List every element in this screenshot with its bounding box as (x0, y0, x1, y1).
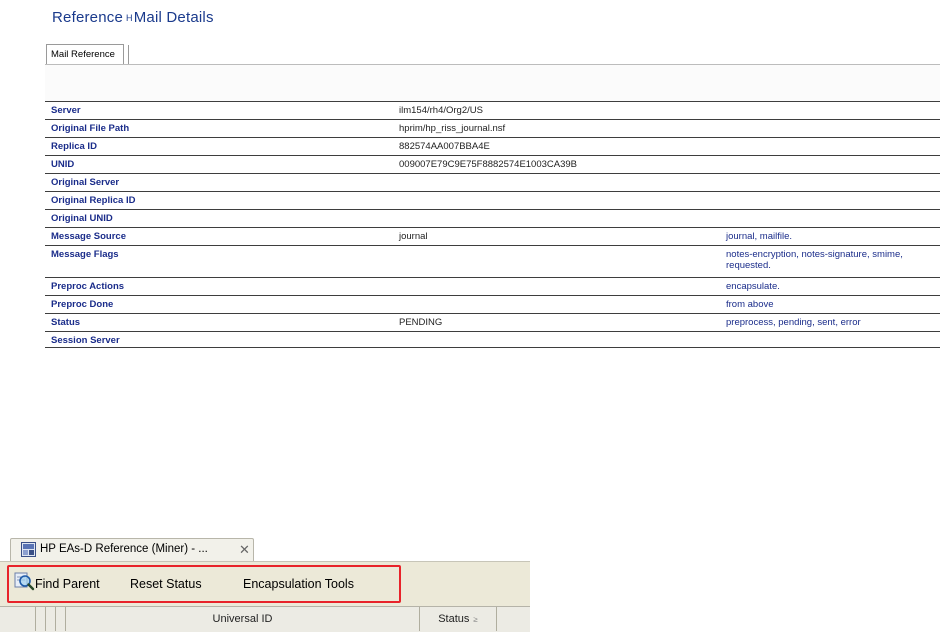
title-reference: Reference (52, 9, 124, 26)
field-row-server: Server ilm154/rh4/Org2/US (45, 101, 940, 119)
app-window-icon (21, 542, 36, 557)
field-label: Original UNID (51, 213, 113, 224)
field-row-message-flags: Message Flags notes-encryption, notes-si… (45, 245, 940, 277)
field-label: Message Source (51, 231, 126, 242)
highlight-box (7, 565, 401, 603)
field-row-preproc-actions: Preproc Actions encapsulate. (45, 277, 940, 295)
field-options: from above (726, 299, 774, 310)
title-separator: H (126, 13, 133, 23)
view-column-header: Universal ID Status ≥ (0, 606, 530, 632)
field-value: ilm154/rh4/Org2/US (399, 105, 483, 116)
page-title: Reference HMail Details (52, 9, 214, 26)
field-label: Original Replica ID (51, 195, 136, 206)
field-row-session-server: Session Server (45, 331, 940, 348)
field-row-preproc-done: Preproc Done from above (45, 295, 940, 313)
field-label: Server (51, 105, 81, 116)
field-row-unid: UNID 009007E79C9E75F8882574E1003CA39B (45, 155, 940, 173)
field-label: UNID (51, 159, 75, 170)
field-value: hprim/hp_riss_journal.nsf (399, 123, 506, 134)
field-label: Message Flags (51, 249, 119, 260)
window-tab[interactable]: HP EAs-D Reference (Miner) - ... ✕ (10, 538, 254, 561)
field-row-original-file-path: Original File Path hprim/hp_riss_journal… (45, 119, 940, 137)
field-label: Status (51, 317, 81, 328)
field-options: preprocess, pending, sent, error (726, 317, 861, 328)
tab-panel-header (45, 64, 940, 101)
field-row-original-server: Original Server (45, 173, 940, 191)
title-mail-details: Mail Details (133, 9, 214, 26)
field-label: Replica ID (51, 141, 97, 152)
close-icon[interactable]: ✕ (239, 542, 250, 558)
field-label: Original Server (51, 177, 120, 188)
field-value: journal (399, 231, 428, 242)
mail-details-table: Server ilm154/rh4/Org2/US Original File … (45, 101, 940, 348)
field-value: 882574AA007BBA4E (399, 141, 490, 152)
field-options: encapsulate. (726, 281, 780, 292)
field-options: journal, mailfile. (726, 231, 792, 242)
field-row-status: Status PENDING preprocess, pending, sent… (45, 313, 940, 331)
column-header-narrow-1[interactable] (36, 607, 46, 631)
window-tab-title: HP EAs-D Reference (Miner) - ... (40, 543, 208, 555)
field-label: Preproc Actions (51, 281, 125, 292)
field-value: 009007E79C9E75F8882574E1003CA39B (399, 159, 578, 170)
column-header-blank[interactable] (0, 607, 36, 631)
field-label: Session Server (51, 335, 120, 346)
field-options: notes-encryption, notes-signature, smime… (726, 249, 903, 271)
column-header-narrow-3[interactable] (56, 607, 66, 631)
column-header-narrow-2[interactable] (46, 607, 56, 631)
field-row-message-source: Message Source journal journal, mailfile… (45, 227, 940, 245)
tab-mail-reference[interactable]: Mail Reference (46, 44, 129, 65)
field-label: Original File Path (51, 123, 130, 134)
field-label: Preproc Done (51, 299, 114, 310)
field-value: PENDING (399, 317, 443, 328)
column-header-status[interactable]: Status ≥ (420, 607, 497, 631)
sort-icon: ≥ (473, 615, 478, 624)
field-row-original-replica-id: Original Replica ID (45, 191, 940, 209)
field-row-original-unid: Original UNID (45, 209, 940, 227)
column-header-universal-id[interactable]: Universal ID (66, 607, 420, 631)
field-row-replica-id: Replica ID 882574AA007BBA4E (45, 137, 940, 155)
